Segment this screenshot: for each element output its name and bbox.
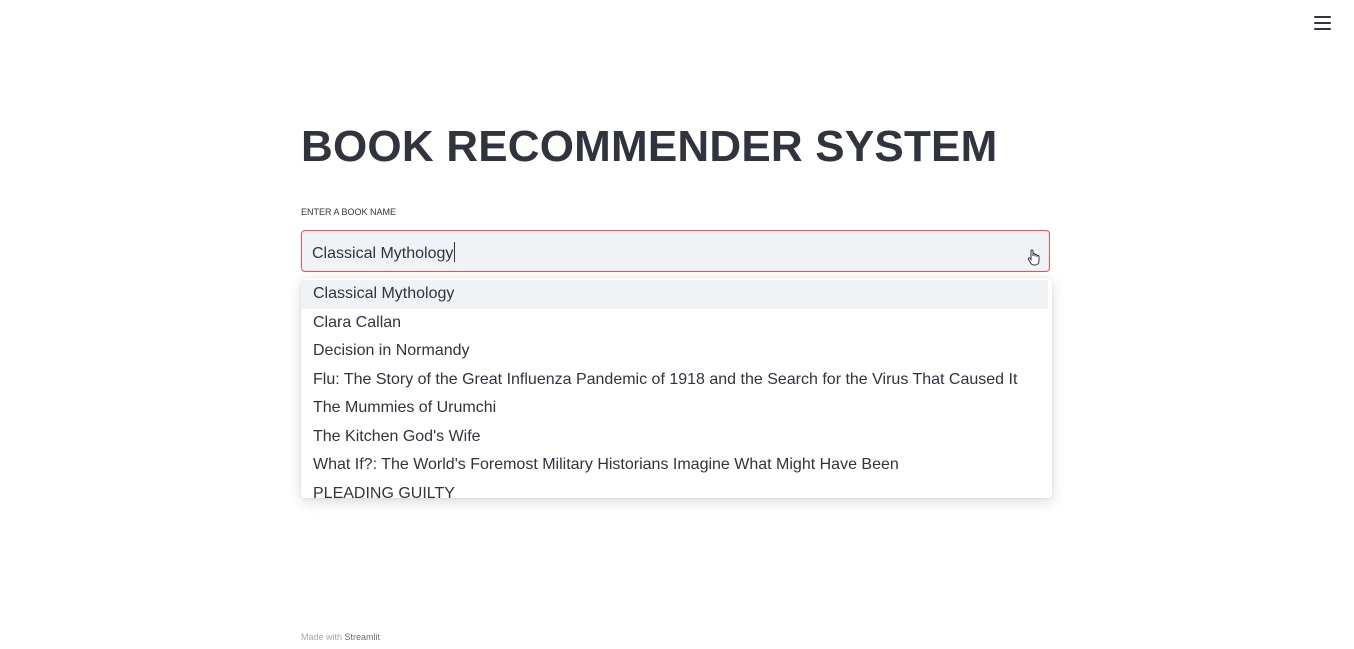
dropdown-option[interactable]: PLEADING GUILTY xyxy=(301,480,1048,499)
book-options-dropdown[interactable]: Classical Mythology Clara Callan Decision … xyxy=(301,278,1052,498)
streamlit-link[interactable]: Streamlit xyxy=(345,632,381,642)
dropdown-option[interactable]: Flu: The Story of the Great Influenza Pa… xyxy=(301,366,1048,395)
dropdown-option[interactable]: The Mummies of Urumchi xyxy=(301,394,1048,423)
hamburger-menu-icon[interactable] xyxy=(1312,12,1334,34)
menu-line xyxy=(1314,28,1331,30)
dropdown-option[interactable]: The Kitchen God's Wife xyxy=(301,423,1048,452)
streamlit-app: BOOK RECOMMENDER SYSTEM ENTER A BOOK NAM… xyxy=(0,0,1354,649)
dropdown-option[interactable]: Decision in Normandy xyxy=(301,337,1048,366)
footer-prefix: Made with xyxy=(301,632,343,642)
dropdown-option[interactable]: Classical Mythology xyxy=(301,280,1048,309)
menu-line xyxy=(1314,22,1331,24)
book-select-label: ENTER A BOOK NAME xyxy=(301,207,397,217)
footer: Made with Streamlit xyxy=(301,632,380,642)
dropdown-option[interactable]: What If?: The World's Foremost Military … xyxy=(301,451,1048,480)
page-title: BOOK RECOMMENDER SYSTEM xyxy=(301,122,998,171)
options-list: Classical Mythology Clara Callan Decision … xyxy=(301,278,1052,498)
menu-line xyxy=(1314,16,1331,18)
dropdown-option[interactable]: Clara Callan xyxy=(301,309,1048,338)
book-select-input[interactable]: Classical Mythology xyxy=(301,230,1050,272)
hand-pointer-icon xyxy=(1027,249,1040,266)
book-select-value-text: Classical Mythology xyxy=(312,245,454,262)
text-caret xyxy=(454,242,456,262)
book-select-value[interactable]: Classical Mythology xyxy=(312,242,456,263)
